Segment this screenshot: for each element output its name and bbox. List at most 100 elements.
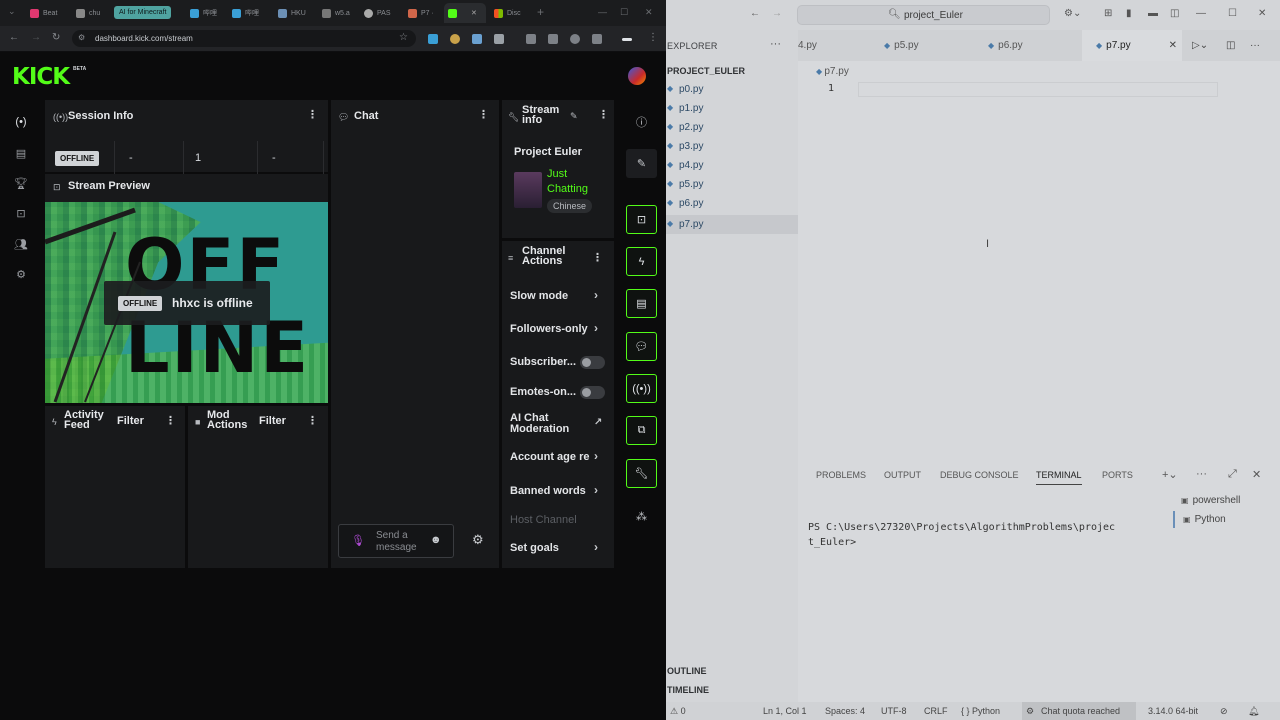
eol-status[interactable]: CRLF <box>924 706 948 716</box>
category-thumbnail[interactable] <box>514 172 542 208</box>
maximize-icon[interactable]: ☐ <box>620 7 628 18</box>
external-link-icon[interactable]: ↗ <box>594 417 602 428</box>
account-age-item[interactable]: Account age re <box>510 451 589 463</box>
browser-tab-p7[interactable]: P7 · <box>404 3 438 23</box>
current-line-highlight[interactable] <box>858 82 1218 97</box>
maximize-panel-icon[interactable]: ⤢ <box>1228 468 1237 481</box>
address-url[interactable]: dashboard.kick.com/stream <box>95 34 193 43</box>
browser-tab-bilibili-2[interactable]: 哔哩 <box>228 3 262 23</box>
browser-tab-w5[interactable]: w5.a <box>318 3 354 23</box>
layout-icon[interactable]: ⊞ <box>1104 8 1112 19</box>
breadcrumb[interactable]: ◆ p7.py <box>816 66 849 77</box>
notes-action-icon[interactable]: ▤ <box>626 289 657 318</box>
analytics-nav-icon[interactable]: ▤ <box>13 145 29 161</box>
chat-input[interactable]: 🎙︎ Send a message ☻ <box>338 524 454 558</box>
editor-tab[interactable]: ◆ p5.py <box>880 30 980 61</box>
forward-icon[interactable]: → <box>772 8 782 19</box>
terminal-instance[interactable]: ▣ powershell <box>1173 492 1280 509</box>
chat-menu-icon[interactable]: ⋮ <box>478 108 489 121</box>
chevron-right-icon[interactable]: › <box>594 483 598 497</box>
editor-tab-active[interactable]: ◆ p7.py ✕ <box>1082 30 1182 61</box>
browser-tab-pas[interactable]: PAS <box>360 3 396 23</box>
cursor-position[interactable]: Ln 1, Col 1 <box>763 706 807 716</box>
chevron-right-icon[interactable]: › <box>594 321 598 335</box>
user-avatar[interactable] <box>628 67 646 85</box>
browser-tab-beat[interactable]: Beat <box>26 3 62 23</box>
encoding-status[interactable]: UTF-8 <box>881 706 907 716</box>
bookmark-star-icon[interactable]: ☆ <box>399 32 408 43</box>
terminal-instance-active[interactable]: ▣ Python <box>1173 511 1280 528</box>
browser-tab-discord[interactable]: Disc <box>490 3 528 23</box>
problems-status[interactable]: ⚠ 0 <box>670 706 686 717</box>
run-icon[interactable]: ▷⌄ <box>1192 40 1208 51</box>
emotes-only-toggle[interactable] <box>580 386 605 399</box>
tab-terminal[interactable]: TERMINAL <box>1036 470 1082 485</box>
browser-menu-icon[interactable]: ⋮ <box>648 32 658 43</box>
stream-info-menu-icon[interactable]: ⋮ <box>598 108 609 121</box>
minimize-icon[interactable]: — <box>1196 8 1206 19</box>
chat-settings-icon[interactable]: ⚙ <box>472 532 484 548</box>
outline-section[interactable]: OUTLINE <box>667 666 707 676</box>
chat-quota-status[interactable]: ⚙ Chat quota reached <box>1022 702 1136 720</box>
emotes-only-item[interactable]: Emotes-on... <box>510 386 576 398</box>
activity-menu-icon[interactable]: ⋮ <box>165 414 176 427</box>
file-item[interactable]: ◆ p5.py <box>666 175 798 194</box>
site-info-icon[interactable]: ⚙ <box>78 33 85 42</box>
more-actions-icon[interactable]: ⁂ <box>626 502 657 531</box>
extensions-puzzle-icon[interactable] <box>494 34 504 44</box>
info-icon[interactable]: ⓘ <box>626 107 657 136</box>
new-terminal-icon[interactable]: +⌄ <box>1162 468 1178 481</box>
extension-icon[interactable] <box>450 34 460 44</box>
chevron-right-icon[interactable]: › <box>594 540 598 554</box>
back-icon[interactable]: ← <box>9 32 19 43</box>
session-info-menu-icon[interactable]: ⋮ <box>307 108 318 121</box>
toggle-secondary-sidebar-icon[interactable]: ◫ <box>1170 8 1179 19</box>
close-window-icon[interactable]: ✕ <box>1258 8 1266 19</box>
banned-words-item[interactable]: Banned words <box>510 485 586 497</box>
subscriber-only-toggle[interactable] <box>580 356 605 369</box>
set-goals-item[interactable]: Set goals <box>510 542 559 554</box>
category-link[interactable]: Just Chatting <box>547 167 588 197</box>
python-interpreter[interactable]: 3.14.0 64-bit <box>1148 706 1198 716</box>
lightning-action-icon[interactable]: ϟ <box>626 247 657 276</box>
community-nav-icon[interactable]: 👥︎ <box>13 236 29 252</box>
editor-tab[interactable]: 4.py <box>798 30 858 61</box>
kick-logo[interactable]: KICK <box>12 64 70 90</box>
chevron-right-icon[interactable]: › <box>594 288 598 302</box>
project-folder[interactable]: PROJECT_EULER <box>667 66 745 76</box>
panel-more-icon[interactable]: ··· <box>1196 468 1207 480</box>
tab-output[interactable]: OUTPUT <box>884 470 921 480</box>
editor-tab[interactable]: ◆ p6.py <box>984 30 1084 61</box>
browser-tab-hku[interactable]: HKU <box>274 3 308 23</box>
mod-menu-icon[interactable]: ⋮ <box>307 414 318 427</box>
subscriber-only-item[interactable]: Subscriber... <box>510 356 576 368</box>
ai-chat-moderation-item[interactable]: AI Chat Moderation <box>510 413 580 435</box>
browser-tab-chu[interactable]: chu <box>72 3 106 23</box>
history-icon[interactable] <box>570 34 580 44</box>
tab-debug-console[interactable]: DEBUG CONSOLE <box>940 470 1019 480</box>
broadcast-action-icon[interactable]: ((•)) <box>626 374 657 403</box>
command-center-search[interactable]: 🔍︎ project_Euler <box>797 5 1050 25</box>
sidebar-toggle-icon[interactable] <box>622 38 632 41</box>
editor-more-icon[interactable]: ··· <box>1250 40 1260 51</box>
explorer-more-icon[interactable]: ··· <box>770 38 781 50</box>
file-item[interactable]: ◆ p0.py <box>666 80 798 99</box>
slow-mode-item[interactable]: Slow mode <box>510 290 568 302</box>
browser-tab-ai-minecraft[interactable]: AI for Minecraft <box>114 6 172 19</box>
extension-icon[interactable] <box>428 34 438 44</box>
file-item[interactable]: ◆ p6.py <box>666 194 798 213</box>
tab-problems[interactable]: PROBLEMS <box>816 470 866 480</box>
file-item[interactable]: ◆ p2.py <box>666 118 798 137</box>
terminal-output[interactable]: PS C:\Users\27320\Projects\AlgorithmProb… <box>808 520 1158 550</box>
timeline-section[interactable]: TIMELINE <box>667 685 709 695</box>
downloads-icon[interactable] <box>592 34 602 44</box>
chevron-right-icon[interactable]: › <box>594 449 598 463</box>
browser-tab-kick[interactable]: ✕ <box>444 3 486 23</box>
activity-filter-button[interactable]: Filter <box>117 415 144 427</box>
forward-icon[interactable]: → <box>31 32 41 43</box>
extension-icon[interactable] <box>472 34 482 44</box>
back-icon[interactable]: ← <box>750 8 760 19</box>
address-bar[interactable]: ⚙ dashboard.kick.com/stream ☆ <box>72 30 416 47</box>
close-window-icon[interactable]: ✕ <box>645 7 653 18</box>
tab-close-icon[interactable]: ✕ <box>471 9 477 17</box>
